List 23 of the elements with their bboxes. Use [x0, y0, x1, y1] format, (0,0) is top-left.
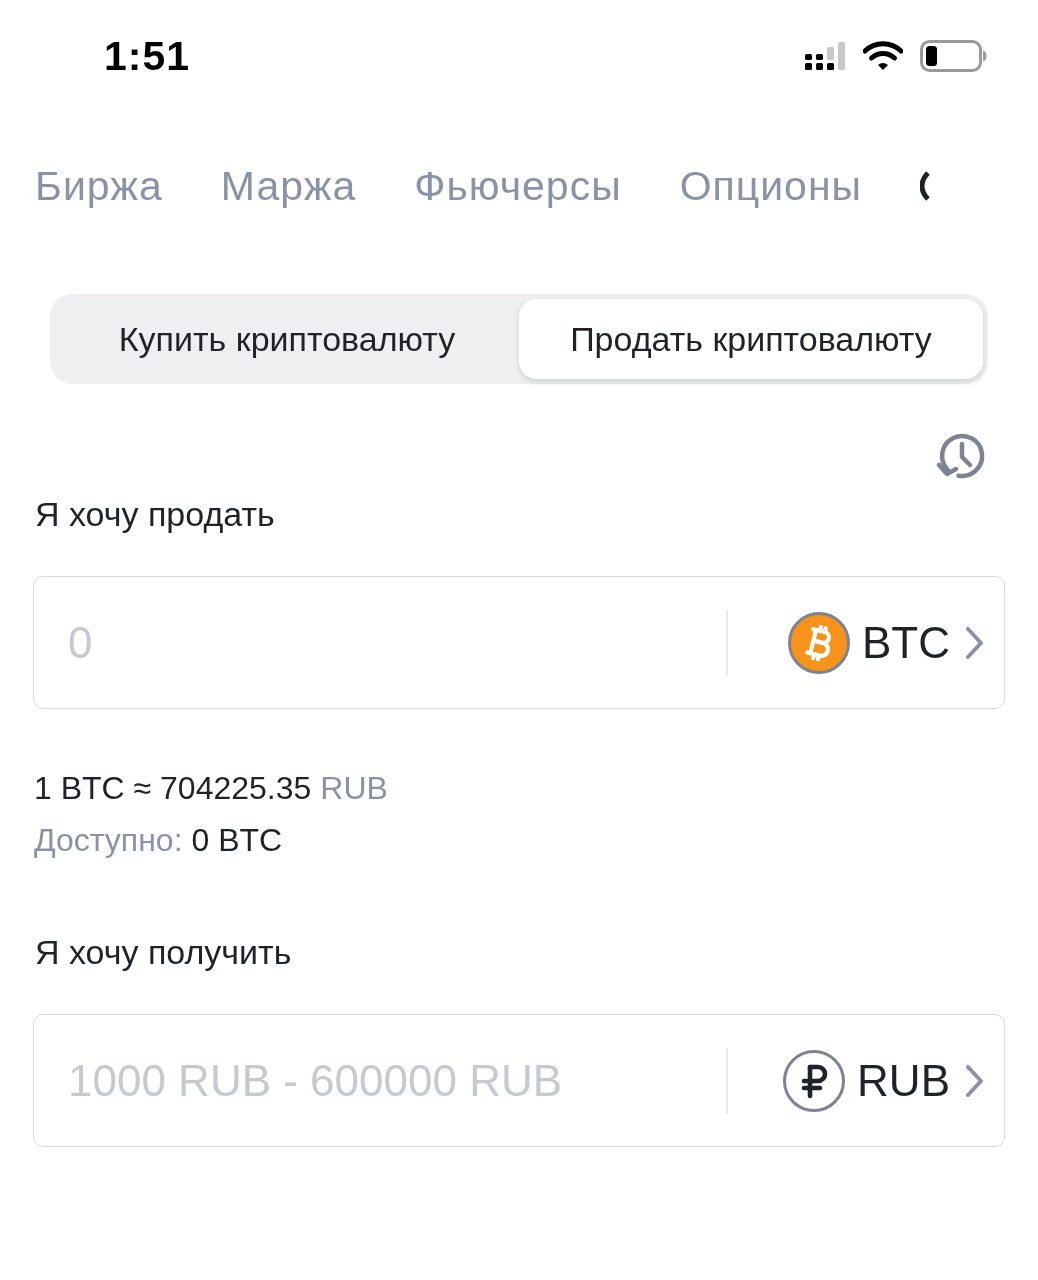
available-label: Доступно:: [34, 821, 183, 859]
field-label: Я хочу получить: [34, 933, 292, 972]
currency-selector[interactable]: RUB: [728, 1015, 1004, 1146]
available-balance: 0 BTC: [191, 821, 283, 859]
amount-field[interactable]: 0 BTC: [33, 576, 1005, 709]
rate-currency: RUB: [320, 769, 388, 807]
battery-icon: [920, 40, 987, 72]
bitcoin-coin-icon: [788, 611, 850, 674]
ruble-coin-icon: [783, 1049, 846, 1112]
field-label: Я хочу продать: [34, 495, 275, 534]
chevron-icon: [966, 1064, 984, 1097]
amount-input[interactable]: 1000 RUB - 600000 RUB: [68, 1050, 726, 1111]
chevron-icon: [966, 626, 984, 659]
amount-input[interactable]: 0: [68, 612, 726, 673]
currency-selector[interactable]: BTC: [728, 577, 1004, 708]
wifi-icon: [863, 41, 903, 71]
clipped-tab-icon[interactable]: [920, 171, 931, 201]
exchange-rate: 1 BTC ≈ 704225.35: [34, 769, 312, 807]
segment-tab[interactable]: Продать криптовалюту: [519, 299, 983, 379]
status-time: 1:51: [104, 32, 191, 80]
segment-tab[interactable]: Купить криптовалюту: [55, 299, 519, 379]
signal-icon: [805, 42, 846, 70]
amount-field[interactable]: 1000 RUB - 600000 RUB RUB: [33, 1014, 1005, 1147]
